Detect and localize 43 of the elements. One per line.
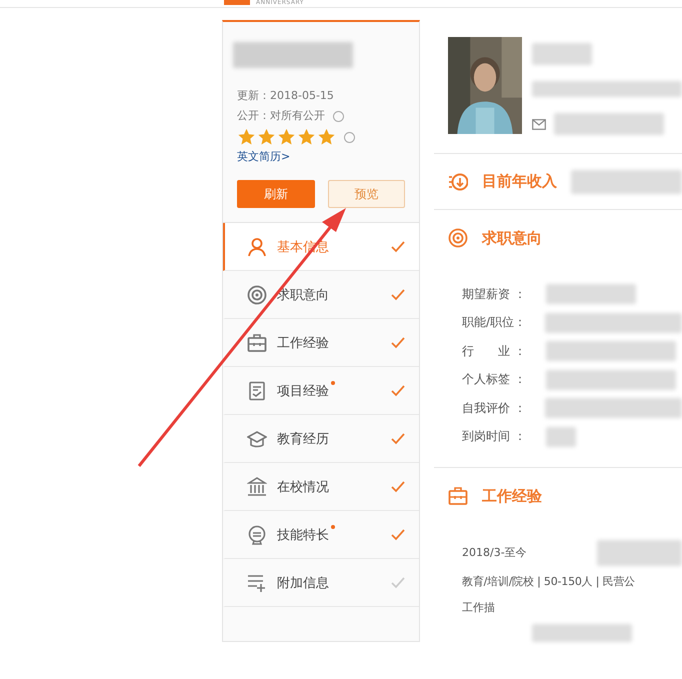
nav-item[interactable]: 项目经验 xyxy=(223,367,419,415)
star-icon xyxy=(257,128,276,146)
field-label: 行 业 ： xyxy=(462,342,527,360)
work-description-label: 工作描 xyxy=(462,600,496,616)
work-period: 2018/3-至今 xyxy=(462,545,527,561)
coin-icon xyxy=(448,172,468,192)
visibility-text: 公开：对所有公开 xyxy=(237,108,325,124)
field-label: 职能/职位： xyxy=(462,314,528,332)
english-resume-link[interactable]: 英文简历> xyxy=(237,150,405,164)
nav-item[interactable]: 在校情况 xyxy=(223,463,419,511)
blurred-text xyxy=(532,43,592,65)
person-icon xyxy=(247,236,267,256)
graduation-cap-icon xyxy=(247,428,267,448)
field-label: 期望薪资 ： xyxy=(462,286,527,303)
nav-item[interactable]: 附加信息 xyxy=(223,559,419,607)
section-title: 求职意向 xyxy=(482,228,542,248)
star-icon xyxy=(297,128,316,146)
briefcase-icon xyxy=(448,486,468,506)
help-icon[interactable] xyxy=(333,110,344,122)
company-details: 教育/培训/院校 | 50-150人 | 民营公 xyxy=(462,574,636,590)
briefcase-icon xyxy=(247,332,267,352)
nav-item[interactable]: 工作经验 xyxy=(223,319,419,367)
section-title: 工作经验 xyxy=(482,486,542,506)
star-icon xyxy=(277,128,296,146)
mail-icon xyxy=(532,118,546,130)
update-date: 更新：2018-05-15 xyxy=(237,88,335,104)
target-icon xyxy=(448,228,468,248)
blurred-text xyxy=(546,426,576,447)
field-label: 自我评价 ： xyxy=(462,400,527,417)
chat-bubble-icon xyxy=(247,524,267,544)
logo-icon xyxy=(224,0,250,5)
star-icon xyxy=(237,128,256,146)
field-label: 到岗时间 ： xyxy=(462,428,527,446)
star-icon xyxy=(317,128,336,146)
building-icon xyxy=(247,476,267,496)
list-add-icon xyxy=(247,572,267,592)
field-label: 个人标签 ： xyxy=(462,371,527,388)
section-title: 目前年收入 xyxy=(482,172,557,191)
nav-item[interactable]: 技能特长 xyxy=(223,511,419,559)
checklist-icon xyxy=(247,380,267,400)
nav-item[interactable]: 教育经历 xyxy=(223,415,419,463)
target-icon xyxy=(247,284,267,304)
help-icon[interactable] xyxy=(344,132,355,142)
